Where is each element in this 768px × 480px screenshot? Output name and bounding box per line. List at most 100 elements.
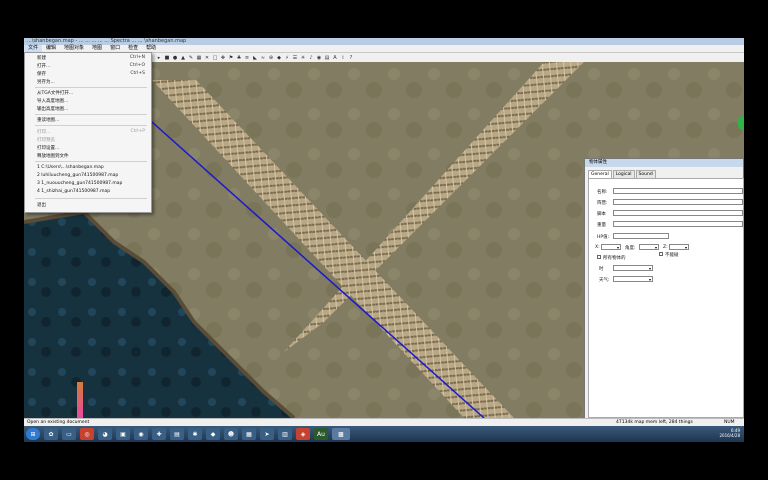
unit-tool-icon[interactable]: ● — [172, 55, 178, 61]
system-tray[interactable]: 6:49 2016/4/28 — [719, 428, 740, 438]
building-tool-icon[interactable]: ▲ — [180, 55, 186, 61]
sound-icon[interactable]: ♪ — [308, 55, 314, 61]
waypoint-icon[interactable]: ◆ — [276, 55, 282, 61]
menu-item-reload-map[interactable]: 重读地图... — [37, 117, 59, 123]
props-tabs: General Logical Sound — [588, 170, 657, 178]
start-button-icon[interactable]: ⊞ — [26, 428, 40, 440]
taskbar-user-icon[interactable]: ☻ — [224, 428, 238, 440]
screen: ...\shanbegan.map - ... ... ... ... ... … — [24, 38, 744, 442]
select-tool-icon[interactable]: ▸ — [156, 55, 162, 61]
shortcut-new: Ctrl+N — [129, 55, 145, 60]
menu-item-recent-4[interactable]: 4 1_shizhai_gun741500987.map — [37, 189, 110, 194]
grid-icon[interactable]: ▦ — [196, 55, 202, 61]
taskbar-app-icon[interactable]: ▣ — [116, 428, 130, 440]
flag-icon[interactable]: ⚑ — [228, 55, 234, 61]
road-icon[interactable]: ≡ — [244, 55, 250, 61]
taskbar-media-icon[interactable]: ✿ — [44, 428, 58, 440]
menu-item-recent-1[interactable]: 1 C:\Users\...\shanbegan.map — [37, 165, 104, 170]
menu-check[interactable]: 检查 — [124, 45, 142, 52]
taskbar-map-editor-icon[interactable]: ▩ — [332, 428, 350, 440]
menu-item-exit[interactable]: 退出 — [37, 202, 46, 208]
z-dropdown[interactable]: ▾ — [669, 244, 689, 250]
menu-item-export-heightmap[interactable]: 输出高度地图... — [37, 106, 68, 112]
menu-item-print[interactable]: 打印... — [37, 129, 50, 135]
taskbar-chrome-icon[interactable]: ◕ — [98, 428, 112, 440]
script-field[interactable] — [613, 210, 743, 216]
menu-item-recent-2[interactable]: 2 luhiluucheng_gun741500987.map — [37, 173, 118, 178]
info-icon[interactable]: i — [340, 55, 346, 61]
menu-window[interactable]: 窗口 — [106, 45, 124, 52]
green-handle-icon[interactable] — [738, 116, 744, 130]
cross-icon[interactable]: ✕ — [204, 55, 210, 61]
zoom-icon[interactable]: ⊕ — [268, 55, 274, 61]
hp-field[interactable] — [613, 233, 669, 239]
taskbar-note-icon[interactable]: ▦ — [242, 428, 256, 440]
name-field[interactable] — [613, 188, 743, 194]
menu-item-release-map[interactable]: 释放地图到文件 — [37, 153, 69, 159]
taskbar-app-icon[interactable]: ▥ — [278, 428, 292, 440]
move-icon[interactable]: ✥ — [220, 55, 226, 61]
menu-item-import-heightmap[interactable]: 导入高度地图... — [37, 98, 68, 104]
file-menu-dropdown: 新建 Ctrl+N 打开... Ctrl+O 保存 Ctrl+S 另存为... … — [24, 52, 152, 213]
checkbox-all-objects[interactable] — [597, 255, 601, 259]
weather-dropdown[interactable]: ▾ — [613, 276, 653, 282]
label-team: 阵营: — [597, 201, 608, 206]
menu-map-objects[interactable]: 地图对象 — [60, 45, 88, 52]
label-angle: 角度: — [625, 246, 636, 251]
window-titlebar[interactable]: ...\shanbegan.map - ... ... ... ... ... … — [24, 38, 744, 45]
menu-map[interactable]: 地图 — [88, 45, 106, 52]
team-field[interactable] — [613, 199, 743, 205]
script-icon[interactable]: ☰ — [292, 55, 298, 61]
label-check-no-collide: 不能碰 — [665, 253, 679, 258]
tree-icon[interactable]: ♣ — [236, 55, 242, 61]
taskbar-arrow-icon[interactable]: ➤ — [260, 428, 274, 440]
time-dropdown[interactable]: ▾ — [613, 265, 653, 271]
pencil-icon[interactable]: ✎ — [188, 55, 194, 61]
taskbar-shield-icon[interactable]: ◆ — [206, 428, 220, 440]
menu-item-save[interactable]: 保存 — [37, 71, 46, 77]
props-general-body: 名称: 阵营: 脚本 重量 HP值: X: ▾ 角度: ▾ Z: ▾ 所有物体的… — [588, 178, 744, 418]
taskbar-app-icon[interactable]: Au — [314, 428, 328, 440]
toolbar: ▸ ■ ● ▲ ✎ ▦ ✕ □ ✥ ⚑ ♣ ≡ ◣ ≈ ⊕ ◆ ⚡ ☰ ☀ ♪ … — [152, 53, 744, 62]
menu-item-print-preview[interactable]: 打印预览 — [37, 137, 55, 143]
x-dropdown[interactable]: ▾ — [601, 244, 621, 250]
tab-sound[interactable]: Sound — [635, 170, 656, 178]
menu-item-new[interactable]: 新建 — [37, 55, 46, 61]
weight-field[interactable] — [613, 221, 743, 227]
menu-item-save-as[interactable]: 另存为... — [37, 79, 55, 85]
angle-dropdown[interactable]: ▾ — [639, 244, 659, 250]
props-panel-title[interactable]: 物体属性 — [585, 159, 743, 167]
checkbox-no-collide[interactable] — [659, 252, 663, 256]
menu-item-open[interactable]: 打开... — [37, 63, 50, 69]
ai-icon[interactable]: A — [332, 55, 338, 61]
menu-edit[interactable]: 编辑 — [42, 45, 60, 52]
shortcut-save: Ctrl+S — [130, 71, 145, 76]
trigger-icon[interactable]: ⚡ — [284, 55, 290, 61]
taskbar-app-icon[interactable]: ✚ — [152, 428, 166, 440]
window-title: ...\shanbegan.map - ... ... ... ... ... … — [27, 38, 187, 44]
object-properties-panel: 物体属性 General Logical Sound 名称: 阵营: 脚本 重量… — [584, 158, 744, 420]
tab-logical[interactable]: Logical — [612, 170, 635, 178]
layer-icon[interactable]: ▤ — [324, 55, 330, 61]
help-icon[interactable]: ? — [348, 55, 354, 61]
taskbar-app-icon[interactable]: ◉ — [134, 428, 148, 440]
terrain-tool-icon[interactable]: ■ — [164, 55, 170, 61]
taskbar-app-icon[interactable]: ◈ — [296, 428, 310, 440]
label-weight: 重量 — [597, 223, 606, 228]
tab-general[interactable]: General — [588, 170, 612, 178]
taskbar-browser-icon[interactable]: ◎ — [80, 428, 94, 440]
menu-separator — [35, 198, 147, 199]
light-icon[interactable]: ☀ — [300, 55, 306, 61]
square-icon[interactable]: □ — [212, 55, 218, 61]
water-icon[interactable]: ≈ — [260, 55, 266, 61]
menu-help[interactable]: 帮助 — [142, 45, 160, 52]
cliff-icon[interactable]: ◣ — [252, 55, 258, 61]
taskbar-app-icon[interactable]: ✱ — [188, 428, 202, 440]
menu-item-print-setup[interactable]: 打印设置... — [37, 145, 59, 151]
taskbar-folder-icon[interactable]: ▭ — [62, 428, 76, 440]
taskbar-app-icon[interactable]: ▤ — [170, 428, 184, 440]
menu-item-recent-3[interactable]: 3 1_nuouucheng_gun741500987.map — [37, 181, 122, 186]
menu-file[interactable]: 文件 — [24, 45, 43, 52]
camera-icon[interactable]: ◉ — [316, 55, 322, 61]
menu-item-open-tga[interactable]: 从TGA文件打开... — [37, 90, 73, 96]
